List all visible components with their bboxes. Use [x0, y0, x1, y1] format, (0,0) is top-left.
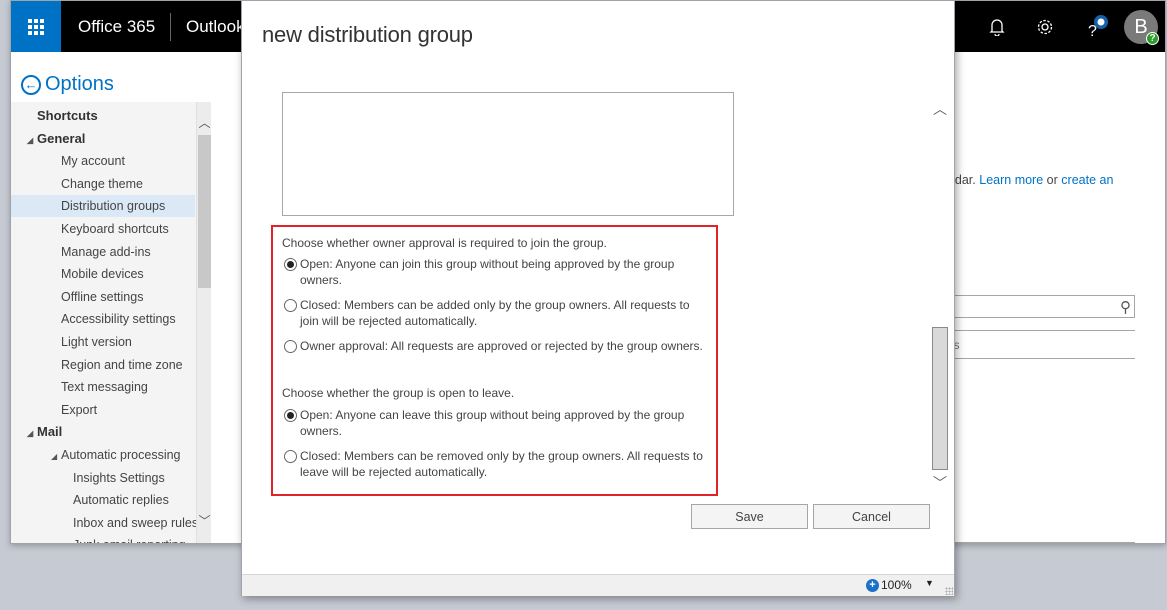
- divider: [941, 358, 1135, 359]
- sidebar-item-label: Automatic replies: [73, 493, 169, 508]
- sidebar-item-label: Offline settings: [61, 289, 144, 304]
- radio-button[interactable]: [284, 409, 297, 422]
- new-distribution-group-dialog: new distribution group Choose whether ow…: [241, 0, 955, 596]
- search-icon[interactable]: ⚲: [1120, 298, 1131, 316]
- app-launcher-icon: [28, 18, 44, 35]
- cancel-button[interactable]: Cancel: [813, 504, 930, 529]
- sidebar-item-distribution-groups[interactable]: Distribution groups: [11, 195, 195, 218]
- radio-label: Open: Anyone can leave this group withou…: [300, 408, 685, 438]
- dialog-scrollbar[interactable]: ︿ ﹀: [931, 93, 949, 493]
- sidebar-item-inbox-and-sweep-rules[interactable]: Inbox and sweep rules: [11, 512, 199, 534]
- sidebar-item-label: Export: [61, 402, 98, 417]
- sidebar-item-label: Mail: [37, 424, 63, 440]
- main-content: endar. Learn more or create an ⚲ ess: [941, 1, 1165, 543]
- sidebar-item-label: Keyboard shortcuts: [61, 222, 169, 236]
- sidebar-item-insights-settings[interactable]: Insights Settings: [11, 467, 195, 489]
- sidebar-item-junk-email-reporting[interactable]: Junk email reporting: [11, 534, 195, 543]
- expand-caret-icon[interactable]: ◢: [27, 423, 37, 445]
- sidebar-item-label: Mobile devices: [61, 267, 144, 282]
- sidebar-item-label: Change theme: [61, 176, 144, 191]
- nav-scroll-thumb[interactable]: [198, 135, 211, 288]
- expand-caret-icon[interactable]: ◢: [27, 130, 37, 152]
- chevron-down-icon[interactable]: ﹀: [931, 473, 949, 493]
- options-title: Options: [45, 73, 114, 95]
- brand-link[interactable]: Office 365: [78, 17, 155, 37]
- sidebar-item-label: Insights Settings: [73, 470, 165, 485]
- sidebar-item-offline-settings[interactable]: Offline settings: [11, 286, 195, 308]
- radio-button[interactable]: [284, 450, 297, 463]
- sidebar-item-my-account[interactable]: My account: [11, 150, 195, 172]
- radio-label: Open: Anyone can join this group without…: [300, 257, 675, 287]
- chevron-down-icon[interactable]: ﹀: [197, 512, 212, 529]
- sidebar-item-mobile-devices[interactable]: Mobile devices: [11, 263, 195, 285]
- search-input[interactable]: ⚲: [941, 295, 1135, 318]
- leave-option[interactable]: Open: Anyone can leave this group withou…: [284, 407, 704, 439]
- dialog-title: new distribution group: [262, 22, 473, 47]
- radio-button[interactable]: [284, 258, 297, 271]
- nav-scrollbar[interactable]: ︿ ﹀: [196, 102, 212, 543]
- join-option[interactable]: Closed: Members can be added only by the…: [284, 297, 704, 329]
- sidebar-item-shortcuts[interactable]: Shortcuts: [11, 105, 195, 127]
- divider: [941, 542, 1135, 543]
- join-approval-label: Choose whether owner approval is require…: [282, 236, 607, 250]
- sidebar-item-keyboard-shortcuts[interactable]: Keyboard shortcuts: [11, 218, 195, 240]
- join-option[interactable]: Owner approval: All requests are approve…: [284, 338, 704, 354]
- sidebar-item-export[interactable]: Export: [11, 399, 195, 421]
- sidebar-item-label: Junk email reporting: [73, 538, 186, 543]
- options-back-link[interactable]: ← Options: [21, 73, 114, 96]
- sidebar-item-label: Text messaging: [61, 380, 148, 395]
- info-text: endar. Learn more or create an: [941, 173, 1113, 187]
- sidebar-item-label: Accessibility settings: [61, 312, 176, 327]
- chevron-up-icon[interactable]: ︿: [197, 114, 212, 131]
- resize-grip-icon[interactable]: [945, 587, 953, 595]
- brand-divider: [170, 13, 171, 41]
- sidebar-item-label: Manage add-ins: [61, 244, 151, 259]
- join-option[interactable]: Open: Anyone can join this group without…: [284, 256, 704, 288]
- sidebar-item-label: Inbox and sweep rules: [73, 515, 199, 530]
- sidebar-item-accessibility-settings[interactable]: Accessibility settings: [11, 308, 195, 330]
- sidebar-item-change-theme[interactable]: Change theme: [11, 173, 195, 195]
- save-button[interactable]: Save: [691, 504, 808, 529]
- sidebar-item-automatic-replies[interactable]: Automatic replies: [11, 489, 195, 511]
- zoom-dropdown-icon[interactable]: ▼: [925, 578, 934, 588]
- sidebar-item-region-and-time-zone[interactable]: Region and time zone: [11, 354, 195, 376]
- sidebar-item-mail[interactable]: ◢ Mail: [11, 421, 195, 443]
- sidebar-item-general[interactable]: ◢ General: [11, 128, 195, 150]
- sidebar-item-label: Shortcuts: [37, 108, 98, 123]
- zoom-level: 100%: [881, 578, 912, 592]
- sidebar-item-text-messaging[interactable]: Text messaging: [11, 376, 195, 398]
- zoom-control[interactable]: + 100%: [866, 578, 912, 592]
- or-text: or: [1046, 173, 1058, 187]
- leave-label: Choose whether the group is open to leav…: [282, 386, 515, 400]
- divider: [941, 330, 1135, 331]
- create-link[interactable]: create an: [1061, 173, 1113, 187]
- radio-button[interactable]: [284, 340, 297, 353]
- sidebar-item-label: Distribution groups: [61, 199, 166, 214]
- sidebar-item-label: Light version: [61, 335, 132, 349]
- sidebar-item-label: Automatic processing: [61, 448, 181, 462]
- sidebar-item-label: Region and time zone: [61, 357, 183, 372]
- chevron-up-icon[interactable]: ︿: [931, 99, 949, 119]
- radio-button[interactable]: [284, 299, 297, 312]
- sidebar-item-manage-add-ins[interactable]: Manage add-ins: [11, 241, 195, 263]
- app-launcher-button[interactable]: [11, 1, 61, 52]
- zoom-icon: +: [866, 578, 879, 592]
- expand-caret-icon[interactable]: ◢: [51, 446, 61, 468]
- app-name[interactable]: Outlook: [186, 17, 245, 37]
- sidebar-item-automatic-processing[interactable]: ◢ Automatic processing: [11, 444, 195, 466]
- learn-more-link[interactable]: Learn more: [979, 173, 1043, 187]
- sidebar-item-light-version[interactable]: Light version: [11, 331, 195, 353]
- dialog-scroll-thumb[interactable]: [932, 327, 948, 470]
- radio-label: Closed: Members can be removed only by t…: [300, 449, 703, 479]
- leave-option[interactable]: Closed: Members can be removed only by t…: [284, 448, 704, 480]
- back-arrow-icon: ←: [21, 74, 41, 95]
- radio-label: Closed: Members can be added only by the…: [300, 298, 690, 328]
- radio-label: Owner approval: All requests are approve…: [300, 339, 703, 353]
- status-bar: + 100% ▼: [242, 574, 954, 596]
- options-nav: Shortcuts ◢ General My account Change theme D…: [11, 102, 211, 543]
- notes-textarea[interactable]: [282, 92, 734, 216]
- sidebar-item-label: General: [37, 130, 86, 146]
- sidebar-item-label: My account: [61, 154, 125, 169]
